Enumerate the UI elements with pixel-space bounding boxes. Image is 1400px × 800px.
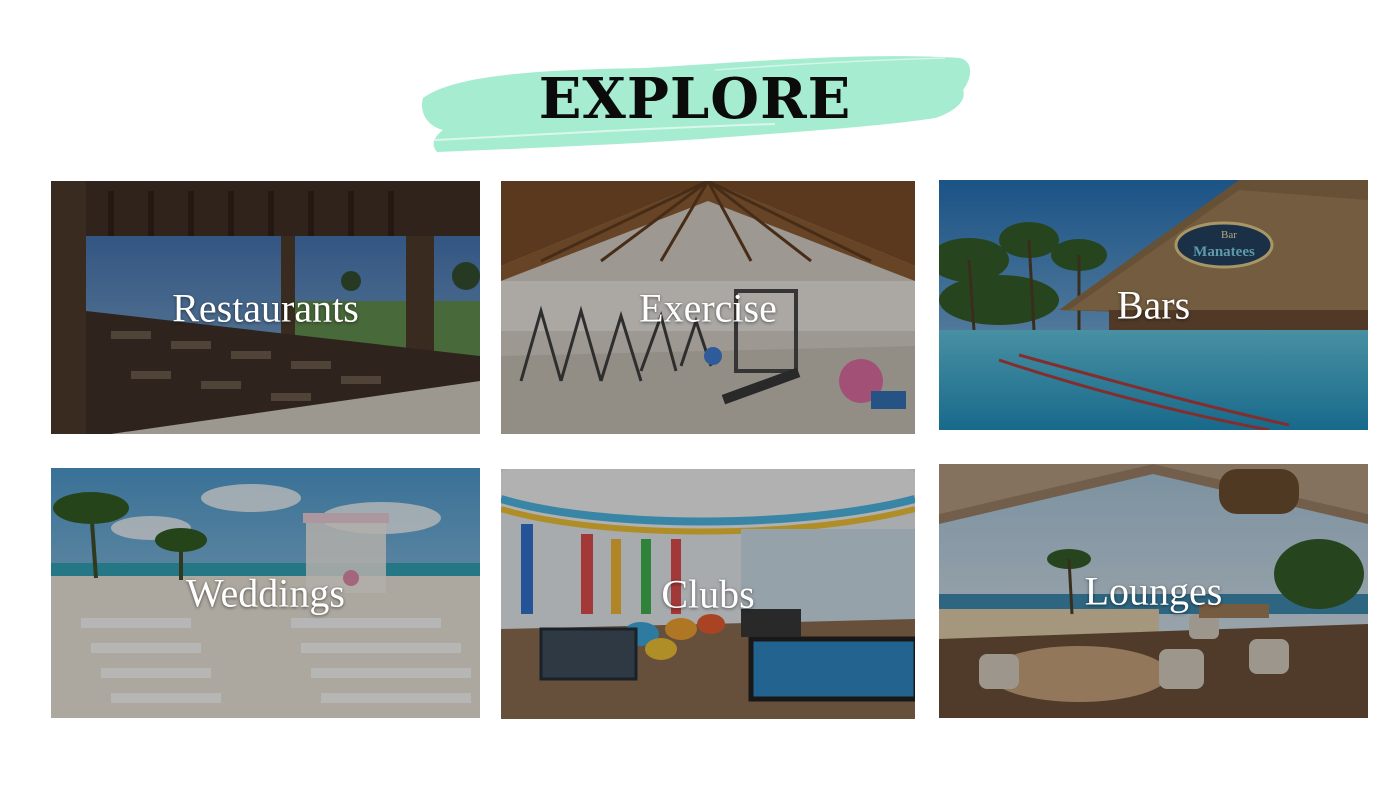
tile-weddings[interactable]: Weddings [51,468,480,718]
tile-label: Weddings [186,570,345,616]
tile-label: Lounges [1084,568,1223,614]
tile-lounges[interactable]: Lounges [939,464,1368,718]
tile-label: Restaurants [172,285,359,330]
tile-exercise[interactable]: Exercise [501,181,915,434]
page-title: EXPLORE [538,66,852,132]
tile-label: Bars [1116,282,1191,328]
page-header: EXPLORE [415,40,975,165]
tile-label: Clubs [661,571,755,617]
tile-label: Exercise [639,285,777,330]
tile-restaurants[interactable]: Restaurants [51,181,480,434]
tile-clubs[interactable]: Clubs [501,469,915,719]
tile-bars[interactable]: Bar Manatees Bars [939,180,1368,430]
